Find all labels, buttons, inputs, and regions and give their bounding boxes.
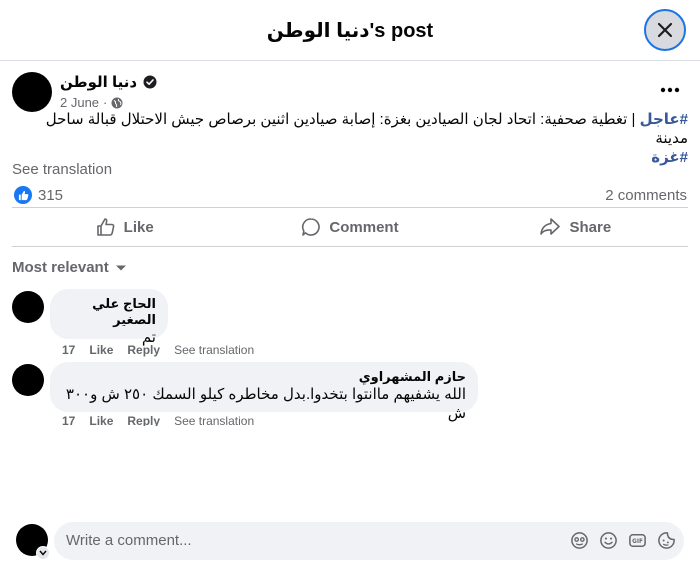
dialog-title: دنيا الوطن's post [266, 20, 434, 42]
comment-see-translation[interactable]: See translation [174, 416, 254, 426]
reactions-count: 315 [38, 186, 64, 204]
comment-time[interactable]: 17 [62, 343, 75, 357]
thumbs-up-icon [96, 218, 115, 236]
profile-switch-button[interactable] [36, 546, 50, 560]
author-avatar[interactable] [12, 72, 52, 112]
comment-button[interactable]: Comment [237, 211, 462, 243]
comment-time[interactable]: 17 [62, 416, 75, 426]
post-date[interactable]: 2 June [60, 95, 99, 110]
comment-reply-button[interactable]: Reply [127, 416, 160, 426]
emoji-button[interactable] [599, 531, 618, 550]
comment-input[interactable] [66, 522, 546, 560]
avatar-sticker-icon [571, 532, 588, 549]
divider [12, 207, 688, 208]
comment-see-translation[interactable]: See translation [174, 343, 254, 357]
post-meta: 2 June · [60, 95, 123, 110]
hashtag-link[interactable]: #غزة [651, 149, 688, 166]
emoji-icon [600, 532, 617, 549]
like-button[interactable]: Like [12, 211, 237, 243]
comment-bubble: الحاج علي الصغير تم [50, 289, 168, 346]
comment-like-button[interactable]: Like [89, 416, 113, 426]
like-label: Like [123, 218, 154, 236]
avatar-sticker-button[interactable] [570, 531, 589, 550]
gif-icon: GIF [629, 534, 646, 547]
chevron-down-icon [115, 265, 126, 270]
sticker-button[interactable] [657, 531, 676, 550]
sort-label: Most relevant [12, 259, 109, 276]
globe-icon [111, 97, 123, 108]
commenter-avatar[interactable] [12, 291, 44, 323]
verified-badge-icon [143, 75, 157, 89]
comment-author[interactable]: الحاج علي الصغير [62, 296, 156, 328]
share-label: Share [569, 218, 612, 236]
post-actions: Like Comment Share [12, 211, 688, 243]
sticker-icon [658, 532, 675, 549]
comment-composer: GIF [54, 522, 684, 560]
share-icon [540, 218, 561, 235]
comment-bubble: حازم المشهراوي الله يشفيهم ماانتوا بتخدو… [50, 362, 478, 422]
see-translation-link[interactable]: See translation [12, 161, 112, 178]
comment-actions: 17 Like Reply See translation [62, 416, 268, 426]
like-reaction-icon [14, 186, 32, 204]
comment-sort-dropdown[interactable]: Most relevant [12, 259, 127, 276]
chevron-down-icon [39, 550, 47, 556]
more-options-button[interactable] [656, 80, 684, 100]
more-icon [660, 87, 680, 93]
share-button[interactable]: Share [463, 211, 688, 243]
comment-like-button[interactable]: Like [89, 343, 113, 357]
close-icon [657, 22, 673, 38]
svg-text:GIF: GIF [632, 539, 643, 545]
close-button[interactable] [644, 9, 686, 51]
post-text: #عاجل | تغطية صحفية: اتحاد لجان الصيادين… [12, 110, 688, 167]
hashtag-link[interactable]: #عاجل [640, 111, 688, 128]
author-name[interactable]: دنيا الوطن [60, 73, 137, 91]
comment-icon [302, 218, 321, 236]
author-row: دنيا الوطن [60, 73, 157, 91]
gif-button[interactable]: GIF [628, 531, 647, 550]
composer-tools: GIF [570, 531, 676, 550]
comment-actions: 17 Like Reply See translation [62, 343, 268, 357]
comments-count[interactable]: 2 comments [605, 187, 687, 204]
divider [12, 246, 688, 247]
post-body: | تغطية صحفية: اتحاد لجان الصيادين بغزة:… [45, 111, 688, 147]
comment-reply-button[interactable]: Reply [127, 343, 160, 357]
meta-separator: · [103, 95, 108, 110]
commenter-avatar[interactable] [12, 364, 44, 396]
reactions-summary[interactable]: 315 [14, 186, 63, 204]
comment-author[interactable]: حازم المشهراوي [62, 369, 466, 385]
comment-label: Comment [329, 218, 399, 236]
dialog-header: دنيا الوطن's post [0, 0, 700, 61]
